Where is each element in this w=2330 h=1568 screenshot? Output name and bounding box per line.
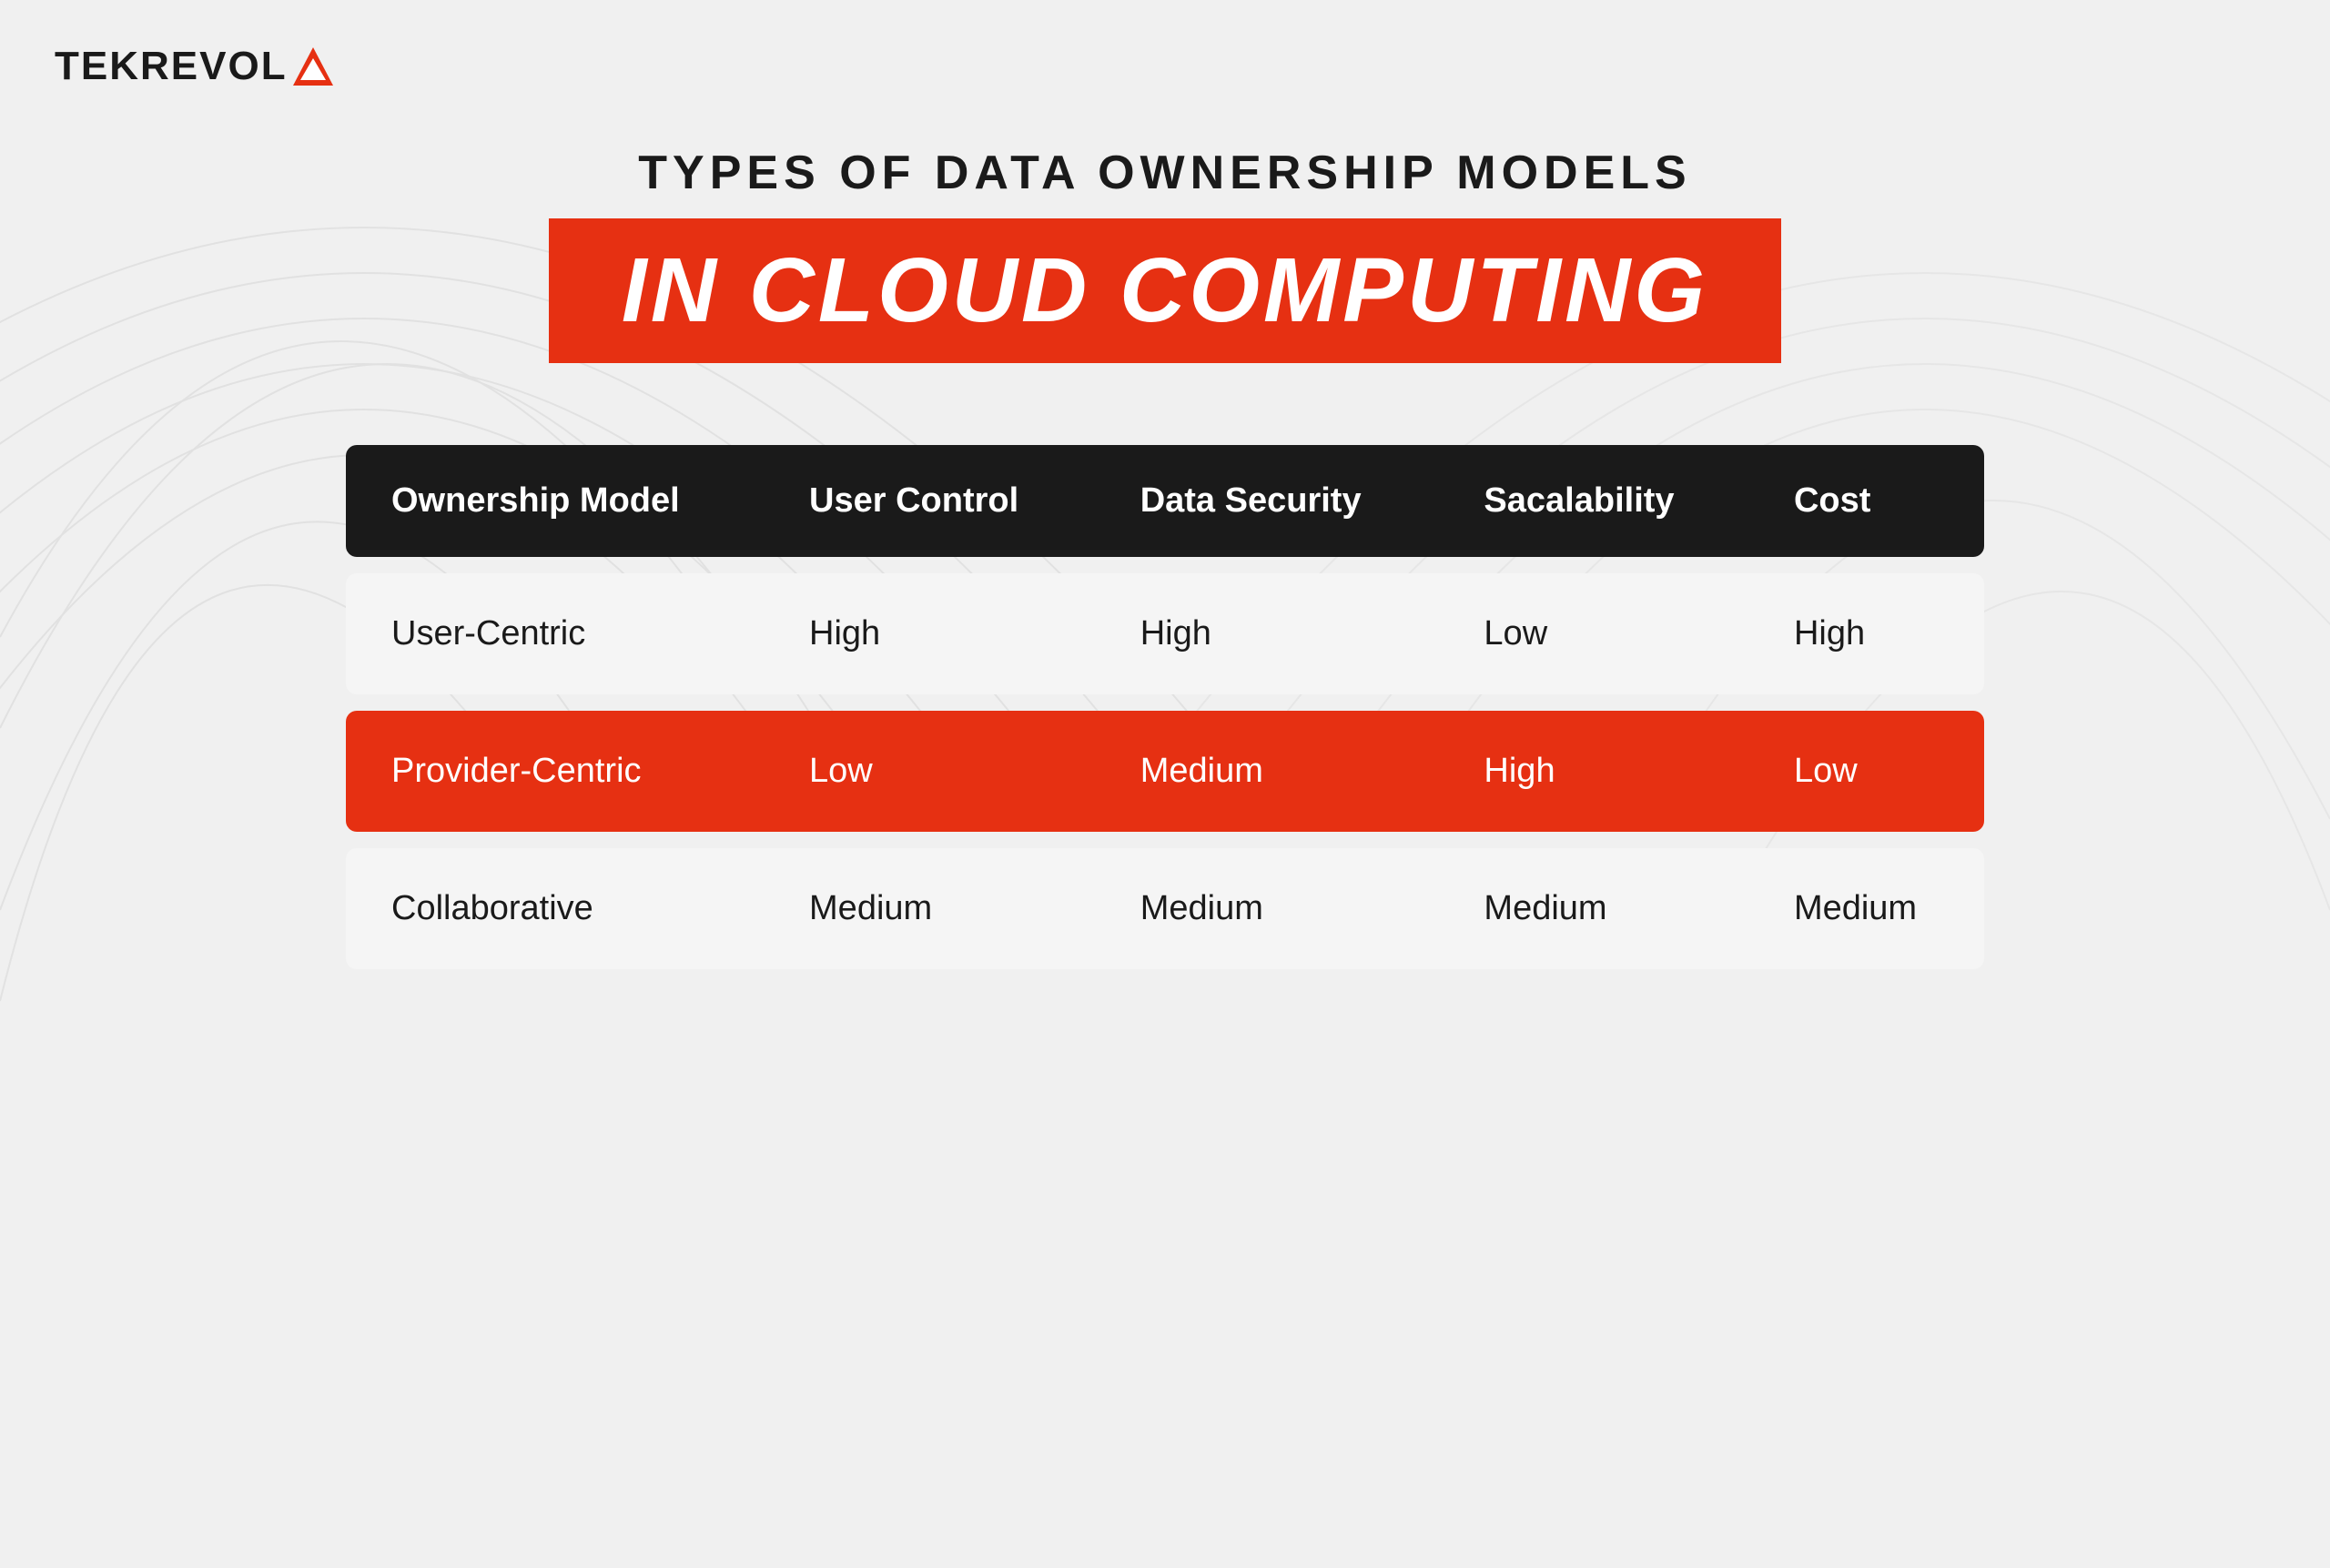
- cell-uc-user-control: High: [764, 573, 1095, 694]
- col-header-scalability: Sacalability: [1438, 445, 1748, 557]
- col-header-data-security: Data Security: [1095, 445, 1439, 557]
- main-content: TYPES OF DATA OWNERSHIP MODELS IN CLOUD …: [0, 0, 2330, 1563]
- cell-uc-scalability: Low: [1438, 573, 1748, 694]
- cell-pc-scalability: High: [1438, 711, 1748, 832]
- cell-col-cost: Medium: [1748, 848, 1984, 969]
- cell-model-collaborative: Collaborative: [346, 848, 764, 969]
- cell-pc-user-control: Low: [764, 711, 1095, 832]
- table-row-collaborative: Collaborative Medium Medium Medium Mediu…: [346, 848, 1984, 969]
- cell-col-user-control: Medium: [764, 848, 1095, 969]
- logo-text: TE K REVOL: [55, 44, 335, 89]
- title-main-wrapper: IN CLOUD COMPUTING: [549, 218, 1781, 363]
- title-main: IN CLOUD COMPUTING: [622, 238, 1708, 343]
- col-header-user-control: User Control: [764, 445, 1095, 557]
- table-row-provider-centric: Provider-Centric Low Medium High Low: [346, 711, 1984, 832]
- data-table-container: Ownership Model User Control Data Securi…: [346, 445, 1984, 969]
- cell-pc-cost: Low: [1748, 711, 1984, 832]
- cell-col-data-security: Medium: [1095, 848, 1439, 969]
- logo-triangle-icon: [291, 46, 335, 87]
- cell-uc-cost: High: [1748, 573, 1984, 694]
- title-section: TYPES OF DATA OWNERSHIP MODELS IN CLOUD …: [549, 146, 1781, 363]
- cell-col-scalability: Medium: [1438, 848, 1748, 969]
- cell-model-provider-centric: Provider-Centric: [346, 711, 764, 832]
- title-subtitle: TYPES OF DATA OWNERSHIP MODELS: [549, 146, 1781, 200]
- logo: TE K REVOL: [55, 44, 335, 89]
- table-row-user-centric: User-Centric High High Low High: [346, 573, 1984, 694]
- table-header-row: Ownership Model User Control Data Securi…: [346, 445, 1984, 557]
- cell-uc-data-security: High: [1095, 573, 1439, 694]
- ownership-model-table: Ownership Model User Control Data Securi…: [346, 445, 1984, 969]
- cell-pc-data-security: Medium: [1095, 711, 1439, 832]
- col-header-cost: Cost: [1748, 445, 1984, 557]
- col-header-ownership-model: Ownership Model: [346, 445, 764, 557]
- cell-model-user-centric: User-Centric: [346, 573, 764, 694]
